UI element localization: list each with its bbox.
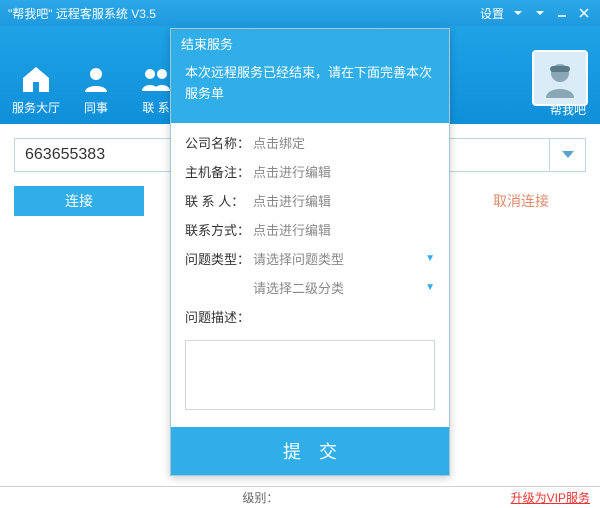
contact-label: 联 系 人： (185, 191, 253, 210)
nav-label: 同事 (66, 99, 126, 116)
person-icon (66, 59, 126, 99)
dialog-title: 结束服务 (171, 29, 449, 57)
settings-link[interactable]: 设置 (480, 5, 504, 22)
dialog-message: 本次远程服务已经结束，请在下面完善本次服务单 (171, 57, 449, 123)
id-dropdown-button[interactable] (550, 138, 586, 172)
dropdown-icon[interactable] (510, 5, 526, 21)
nav-colleague[interactable]: 同事 (66, 59, 126, 124)
nav-service-hall[interactable]: 服务大厅 (6, 59, 66, 124)
submit-button[interactable]: 提交 (171, 427, 449, 475)
brand-label: 帮我吧 (550, 101, 586, 118)
desc-label: 问题描述： (185, 307, 253, 326)
ptype-label: 问题类型： (185, 249, 253, 268)
end-service-dialog: 结束服务 本次远程服务已经结束，请在下面完善本次服务单 公司名称：点击绑定 主机… (170, 28, 450, 476)
ptype-select[interactable]: 请选择问题类型 (253, 249, 419, 268)
level-label: 级别： (242, 489, 278, 506)
home-icon (6, 59, 66, 99)
chevron-down-icon[interactable]: ▼ (425, 282, 435, 293)
contactway-value[interactable]: 点击进行编辑 (253, 220, 435, 239)
titlebar: "帮我吧" 远程客服系统 V3.5 设置 (0, 0, 600, 26)
minimize-icon[interactable] (554, 5, 570, 21)
app-title: "帮我吧" 远程客服系统 V3.5 (8, 5, 156, 22)
contactway-label: 联系方式： (185, 220, 253, 239)
connect-button[interactable]: 连接 (14, 186, 144, 216)
hostnote-label: 主机备注： (185, 162, 253, 181)
hostnote-value[interactable]: 点击进行编辑 (253, 162, 435, 181)
company-value[interactable]: 点击绑定 (253, 133, 435, 152)
pcat-select[interactable]: 请选择二级分类 (253, 278, 419, 297)
cancel-connect-button[interactable]: 取消连接 (456, 186, 586, 216)
nav-label: 服务大厅 (6, 99, 66, 116)
description-textarea[interactable] (185, 340, 435, 410)
status-bar: 级别： 升级为VIP服务 (0, 486, 600, 508)
dropdown2-icon[interactable] (532, 5, 548, 21)
company-label: 公司名称： (185, 133, 253, 152)
close-icon[interactable] (576, 5, 592, 21)
avatar[interactable] (532, 50, 588, 106)
upgrade-vip-link[interactable]: 升级为VIP服务 (511, 489, 590, 506)
contact-value[interactable]: 点击进行编辑 (253, 191, 435, 210)
chevron-down-icon[interactable]: ▼ (425, 253, 435, 264)
